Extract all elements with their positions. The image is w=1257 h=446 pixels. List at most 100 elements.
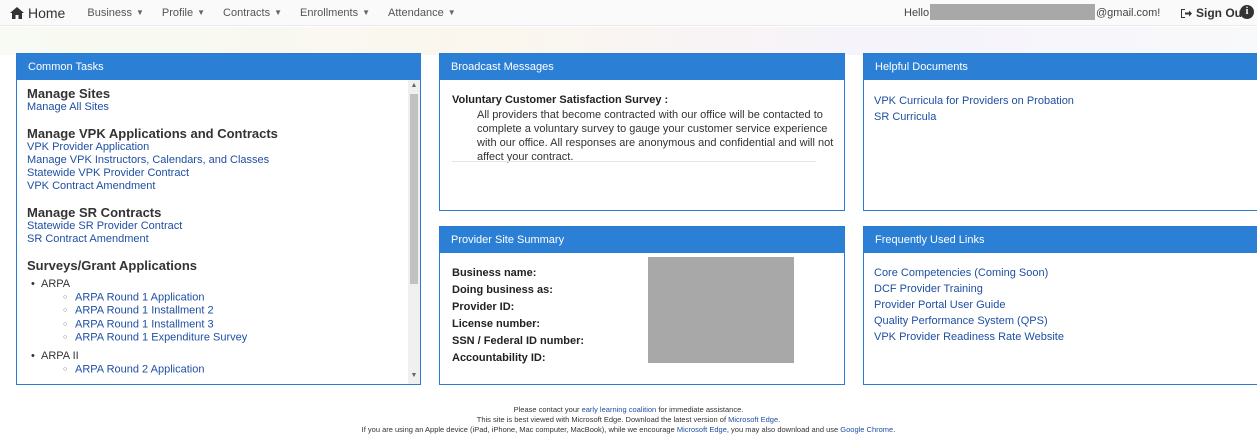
email-suffix: @gmail.com! (1096, 7, 1161, 19)
divider (452, 161, 816, 162)
summary-labels: Business name: Doing business as: Provid… (452, 265, 584, 367)
arpa-group: • ARPA ○ ARPA Round 1 Application ○ ARPA Ro… (31, 278, 248, 344)
nav-business-label: Business (87, 6, 132, 19)
message-title: Voluntary Customer Satisfaction Survey : (452, 94, 669, 106)
footer-text: . (778, 415, 781, 424)
arpa-ii-group-label: ARPA II (41, 349, 79, 362)
ssn-federal-id-label: SSN / Federal ID number: (452, 335, 585, 347)
manage-sites-section: Manage Sites Manage All Sites (27, 86, 406, 114)
provider-id-label: Provider ID: (452, 301, 515, 313)
footer-text: , you may also download and use (726, 425, 841, 434)
helpful-docs-body: VPK Curricula for Providers on Probation… (864, 80, 1257, 210)
provider-summary-body: Business name: Doing business as: Provid… (440, 253, 844, 384)
home-icon (10, 6, 24, 19)
arpa-r2-application-link[interactable]: ARPA Round 2 Application (75, 363, 204, 375)
sign-out-icon (1181, 8, 1192, 18)
manage-vpk-instructors-link[interactable]: Manage VPK Instructors, Calendars, and C… (27, 154, 269, 166)
broadcast-body: Voluntary Customer Satisfaction Survey :… (440, 80, 844, 210)
vpk-curricula-probation-link[interactable]: VPK Curricula for Providers on Probation (874, 95, 1074, 107)
vpk-readiness-rate-link[interactable]: VPK Provider Readiness Rate Website (874, 331, 1064, 343)
nav-contracts-label: Contracts (223, 6, 271, 19)
sr-contract-amendment-link[interactable]: SR Contract Amendment (27, 233, 149, 245)
doing-business-as-label: Doing business as: (452, 284, 553, 296)
vpk-contract-amendment-link[interactable]: VPK Contract Amendment (27, 180, 155, 192)
accountability-id-label: Accountability ID: (452, 352, 546, 364)
common-tasks-title: Common Tasks (17, 54, 420, 80)
dcf-provider-training-link[interactable]: DCF Provider Training (874, 283, 983, 295)
footer-text: for immediate assistance. (656, 405, 744, 414)
home-label: Home (28, 4, 66, 21)
arpa-r1-installment-3-link[interactable]: ARPA Round 1 Installment 3 (75, 318, 214, 330)
footer-line-3: If you are using an Apple device (iPad, … (0, 425, 1257, 435)
license-number-label: License number: (452, 318, 541, 330)
early-learning-coalition-link[interactable]: early learning coalition (582, 405, 657, 414)
sr-curricula-link[interactable]: SR Curricula (874, 111, 936, 123)
scrollbar-thumb[interactable] (410, 94, 418, 284)
info-icon[interactable]: i (1240, 5, 1254, 19)
arpa-r1-expenditure-survey-link[interactable]: ARPA Round 1 Expenditure Survey (75, 332, 247, 344)
statewide-vpk-contract-link[interactable]: Statewide VPK Provider Contract (27, 167, 189, 179)
scroll-down-icon[interactable]: ▼ (410, 372, 418, 382)
footer-text: Please contact your (513, 405, 582, 414)
nav-profile-label: Profile (161, 6, 194, 19)
nav-enrollments[interactable]: Enrollments ▼ (300, 7, 370, 19)
provider-summary-panel: Provider Site Summary Business name: Doi… (439, 226, 845, 385)
arpa-group-label: ARPA (41, 278, 71, 290)
qps-link[interactable]: Quality Performance System (QPS) (874, 315, 1048, 327)
scroll-up-icon[interactable]: ▲ (410, 82, 418, 92)
helpful-docs-title: Helpful Documents (864, 54, 1257, 80)
manage-sr-section: Manage SR Contracts Statewide SR Provide… (27, 205, 406, 246)
common-tasks-panel: Common Tasks Manage Sites Manage All Sit… (16, 53, 421, 385)
provider-summary-title: Provider Site Summary (440, 227, 844, 253)
statewide-sr-contract-link[interactable]: Statewide SR Provider Contract (27, 220, 182, 232)
google-chrome-link[interactable]: Google Chrome (840, 425, 893, 434)
caret-down-icon: ▼ (274, 8, 283, 17)
sign-out-button[interactable]: Sign Out (1180, 6, 1246, 20)
common-tasks-body: Manage Sites Manage All Sites Manage VPK… (17, 80, 420, 384)
core-competencies-link[interactable]: Core Competencies (Coming Soon) (874, 267, 1048, 279)
footer-line-2: This site is best viewed with Microsoft … (0, 415, 1257, 425)
frequent-links-body: Core Competencies (Coming Soon) DCF Prov… (864, 253, 1257, 384)
broadcast-panel: Broadcast Messages Voluntary Customer Sa… (439, 53, 845, 211)
surveys-section: Surveys/Grant Applications • ARPA ○ ARPA R… (27, 258, 406, 376)
sign-out-label: Sign Out (1196, 6, 1246, 20)
broadcast-title: Broadcast Messages (440, 54, 844, 80)
caret-down-icon: ▼ (362, 8, 371, 17)
nav-enrollments-label: Enrollments (300, 6, 359, 19)
arpa-r1-installment-2-link[interactable]: ARPA Round 1 Installment 2 (75, 305, 214, 317)
frequent-links-title: Frequently Used Links (864, 227, 1257, 253)
manage-vpk-heading: Manage VPK Applications and Contracts (27, 126, 278, 141)
vpk-provider-application-link[interactable]: VPK Provider Application (27, 141, 149, 153)
manage-sr-heading: Manage SR Contracts (27, 205, 162, 220)
caret-down-icon: ▼ (197, 8, 206, 17)
arpa-ii-group: • ARPA II ○ ARPA Round 2 Application (31, 349, 205, 376)
nav-business[interactable]: Business ▼ (87, 7, 144, 19)
caret-down-icon: ▼ (447, 8, 456, 17)
redacted-values (648, 257, 794, 363)
footer-text: If you are using an Apple device (iPad, … (361, 425, 677, 434)
frequent-links-panel: Frequently Used Links Core Competencies … (863, 226, 1257, 385)
footer-text: . (893, 425, 896, 434)
footer-text: This site is best viewed with Microsoft … (476, 415, 729, 424)
common-tasks-scrollbar[interactable]: ▲ ▼ (408, 80, 420, 384)
manage-vpk-section: Manage VPK Applications and Contracts VP… (27, 126, 406, 193)
helpful-docs-panel: Helpful Documents VPK Curricula for Prov… (863, 53, 1257, 211)
arpa-r1-application-link[interactable]: ARPA Round 1 Application (75, 291, 204, 303)
manage-sites-heading: Manage Sites (27, 86, 111, 101)
footer: Please contact your early learning coali… (0, 405, 1257, 435)
nav-contracts[interactable]: Contracts ▼ (223, 7, 282, 19)
caret-down-icon: ▼ (136, 8, 144, 17)
nav-attendance-label: Attendance (388, 6, 444, 19)
surveys-heading: Surveys/Grant Applications (27, 258, 198, 273)
nav-profile[interactable]: Profile ▼ (162, 7, 205, 19)
manage-all-sites-link[interactable]: Manage All Sites (27, 101, 109, 113)
redacted-email (930, 4, 1095, 20)
microsoft-edge-link[interactable]: Microsoft Edge (728, 415, 778, 424)
hello-text: Hello (904, 7, 930, 19)
nav-attendance[interactable]: Attendance ▼ (388, 7, 456, 19)
footer-line-1: Please contact your early learning coali… (0, 405, 1257, 415)
home-link[interactable]: Home (10, 5, 65, 21)
microsoft-edge-link-2[interactable]: Microsoft Edge (677, 425, 727, 434)
background-band (0, 27, 1257, 55)
provider-portal-guide-link[interactable]: Provider Portal User Guide (874, 299, 1005, 311)
